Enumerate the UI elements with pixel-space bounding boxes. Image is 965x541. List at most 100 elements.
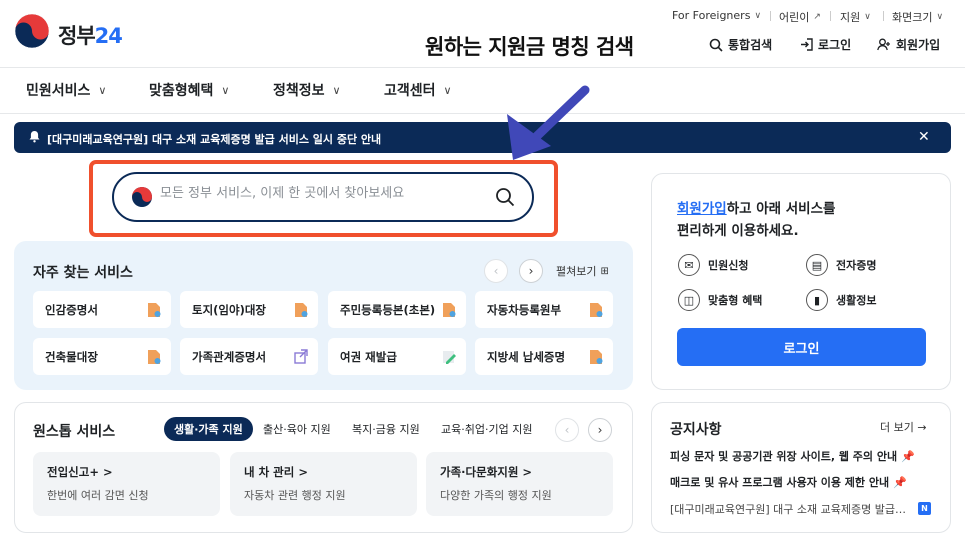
service-item[interactable]: 주민등록등본(초본) xyxy=(328,291,466,328)
notice-item[interactable]: [대구미래교육연구원] 대구 소재 교육제증명 발급… xyxy=(670,501,906,517)
document-icon xyxy=(590,349,603,364)
certificate-icon: ▤ xyxy=(806,254,828,276)
foreigners-link[interactable]: For Foreigners ∨ xyxy=(672,9,761,22)
envelope-icon: ✉ xyxy=(678,254,700,276)
gnb-civil-service[interactable]: 민원서비스 ∨ xyxy=(26,80,106,100)
service-item[interactable]: 가족관계증명서 xyxy=(180,338,318,375)
main-navigation xyxy=(0,67,965,114)
join-inline-link[interactable]: 회원가입 xyxy=(677,201,727,217)
next-arrow-icon[interactable]: › xyxy=(588,418,612,442)
notice-text: 피싱 문자 및 공공기관 위장 사이트, 웹 주의 안내 xyxy=(670,450,898,463)
onestop-title: 원스톱 서비스 xyxy=(33,424,116,440)
gnb-custom-benefits[interactable]: 맞춤형혜택 ∨ xyxy=(149,80,229,100)
gnb-label: 민원서비스 xyxy=(26,83,91,99)
service-item[interactable]: 건축물대장 xyxy=(33,338,171,375)
util-divider xyxy=(830,11,831,21)
tab-birth-childcare[interactable]: 출산·육아 지원 xyxy=(253,417,341,441)
quick-life-info[interactable]: ▮ 생활정보 xyxy=(806,289,876,311)
search-input[interactable] xyxy=(160,186,480,201)
kids-label: 어린이 xyxy=(779,11,810,24)
gift-icon: ◫ xyxy=(678,289,700,311)
card-desc: 다양한 가족의 행정 지원 xyxy=(440,489,552,502)
login-message-line1: 하고 아래 서비스를 xyxy=(726,201,836,217)
search-icon xyxy=(709,38,723,52)
quick-label: 맞춤형 혜택 xyxy=(708,294,763,307)
quick-label: 생활정보 xyxy=(836,294,877,307)
quick-e-certificate[interactable]: ▤ 전자증명 xyxy=(806,254,876,276)
integrated-search-button[interactable]: 통합검색 xyxy=(709,36,772,53)
notice-item[interactable]: 피싱 문자 및 공공기관 위장 사이트, 웹 주의 안내 📌 xyxy=(670,448,915,464)
gnb-label: 정책정보 xyxy=(273,83,325,99)
join-label: 회원가입 xyxy=(896,38,941,52)
notice-text: 매크로 및 유사 프로그램 사용자 이용 제한 안내 xyxy=(670,476,890,489)
annotation-arrow-icon xyxy=(507,85,590,160)
chevron-down-icon: ∨ xyxy=(221,83,230,97)
service-label: 인감증명서 xyxy=(45,302,98,317)
service-label: 가족관계증명서 xyxy=(192,349,267,364)
document-icon xyxy=(590,302,603,317)
edit-document-icon xyxy=(443,350,456,364)
join-link[interactable]: 회원가입 xyxy=(877,36,940,53)
screen-size-link[interactable]: 화면크기 ∨ xyxy=(892,9,943,25)
quick-civil-apply[interactable]: ✉ 민원신청 xyxy=(678,254,748,276)
pin-icon: 📌 xyxy=(900,450,915,463)
util-divider xyxy=(883,11,884,21)
notice-more-link[interactable]: 더 보기 → xyxy=(880,419,927,435)
notice-item[interactable]: 매크로 및 유사 프로그램 사용자 이용 제한 안내 📌 xyxy=(670,474,907,490)
service-item[interactable]: 인감증명서 xyxy=(33,291,171,328)
bell-icon xyxy=(29,131,40,143)
service-label: 토지(임야)대장 xyxy=(192,302,266,317)
gov24-logo-icon[interactable] xyxy=(14,13,50,49)
gnb-label: 고객센터 xyxy=(384,83,436,99)
chevron-down-icon: ∨ xyxy=(332,83,341,97)
document-icon xyxy=(295,302,308,317)
quick-label: 전자증명 xyxy=(836,259,877,272)
tab-life-family[interactable]: 생활·가족 지원 xyxy=(164,417,253,441)
util-divider xyxy=(770,11,771,21)
service-item[interactable]: 여권 재발급 xyxy=(328,338,466,375)
service-label: 여권 재발급 xyxy=(340,349,397,364)
document-icon xyxy=(443,302,456,317)
gnb-label: 맞춤형혜택 xyxy=(149,83,214,99)
site-logo-text[interactable]: 정부24 xyxy=(58,20,123,50)
search-icon[interactable] xyxy=(494,186,516,208)
grid-icon: ⊞ xyxy=(600,265,609,277)
service-item[interactable]: 지방세 납세증명 xyxy=(475,338,613,375)
card-title: 가족·다문화지원 > xyxy=(440,465,533,479)
onestop-card[interactable]: 내 차 관리 > 자동차 관련 행정 지원 xyxy=(230,452,417,516)
service-item[interactable]: 토지(임야)대장 xyxy=(180,291,318,328)
prev-arrow-icon[interactable]: ‹ xyxy=(555,418,579,442)
document-icon xyxy=(148,349,161,364)
onestop-card[interactable]: 전입신고+ > 한번에 여러 감면 신청 xyxy=(33,452,220,516)
card-title: 전입신고+ > xyxy=(47,465,113,479)
gnb-policy-info[interactable]: 정책정보 ∨ xyxy=(273,80,341,100)
quick-custom-benefit[interactable]: ◫ 맞춤형 혜택 xyxy=(678,289,762,311)
login-link[interactable]: 로그인 xyxy=(800,36,851,53)
next-arrow-icon[interactable]: › xyxy=(519,259,543,283)
login-button[interactable]: 로그인 xyxy=(677,328,926,366)
card-desc: 자동차 관련 행정 지원 xyxy=(244,489,346,502)
kids-link[interactable]: 어린이 ↗ xyxy=(779,9,821,25)
tab-education-jobs[interactable]: 교육·취업·기업 지원 xyxy=(431,417,542,441)
external-link-icon xyxy=(294,348,308,364)
notice-text: [대구미래교육연구원] 대구 소재 교육제증명 발급… xyxy=(670,503,906,516)
new-badge: N xyxy=(918,502,931,515)
tab-welfare-finance[interactable]: 복지·금융 지원 xyxy=(342,417,430,441)
onestop-card[interactable]: 가족·다문화지원 > 다양한 가족의 행정 지원 xyxy=(426,452,613,516)
login-label: 로그인 xyxy=(818,38,852,52)
support-link[interactable]: 지원 ∨ xyxy=(840,9,871,25)
expand-button[interactable]: 펼쳐보기 ⊞ xyxy=(556,263,609,279)
gnb-customer-center[interactable]: 고객센터 ∨ xyxy=(384,80,452,100)
foreigners-label: For Foreigners xyxy=(672,9,751,22)
service-label: 지방세 납세증명 xyxy=(487,349,566,364)
external-link-icon: ↗ xyxy=(813,12,821,22)
close-icon[interactable]: ✕ xyxy=(918,129,930,145)
logo-name: 정부 xyxy=(58,24,96,48)
frequent-services-title: 자주 찾는 서비스 xyxy=(33,265,133,281)
logo-number: 24 xyxy=(94,24,123,48)
notice-title: 공지사항 xyxy=(670,422,722,438)
tab-label: 복지·금융 지원 xyxy=(352,423,420,436)
prev-arrow-icon[interactable]: ‹ xyxy=(484,259,508,283)
service-item[interactable]: 자동차등록원부 xyxy=(475,291,613,328)
expand-label: 펼쳐보기 xyxy=(556,265,597,278)
